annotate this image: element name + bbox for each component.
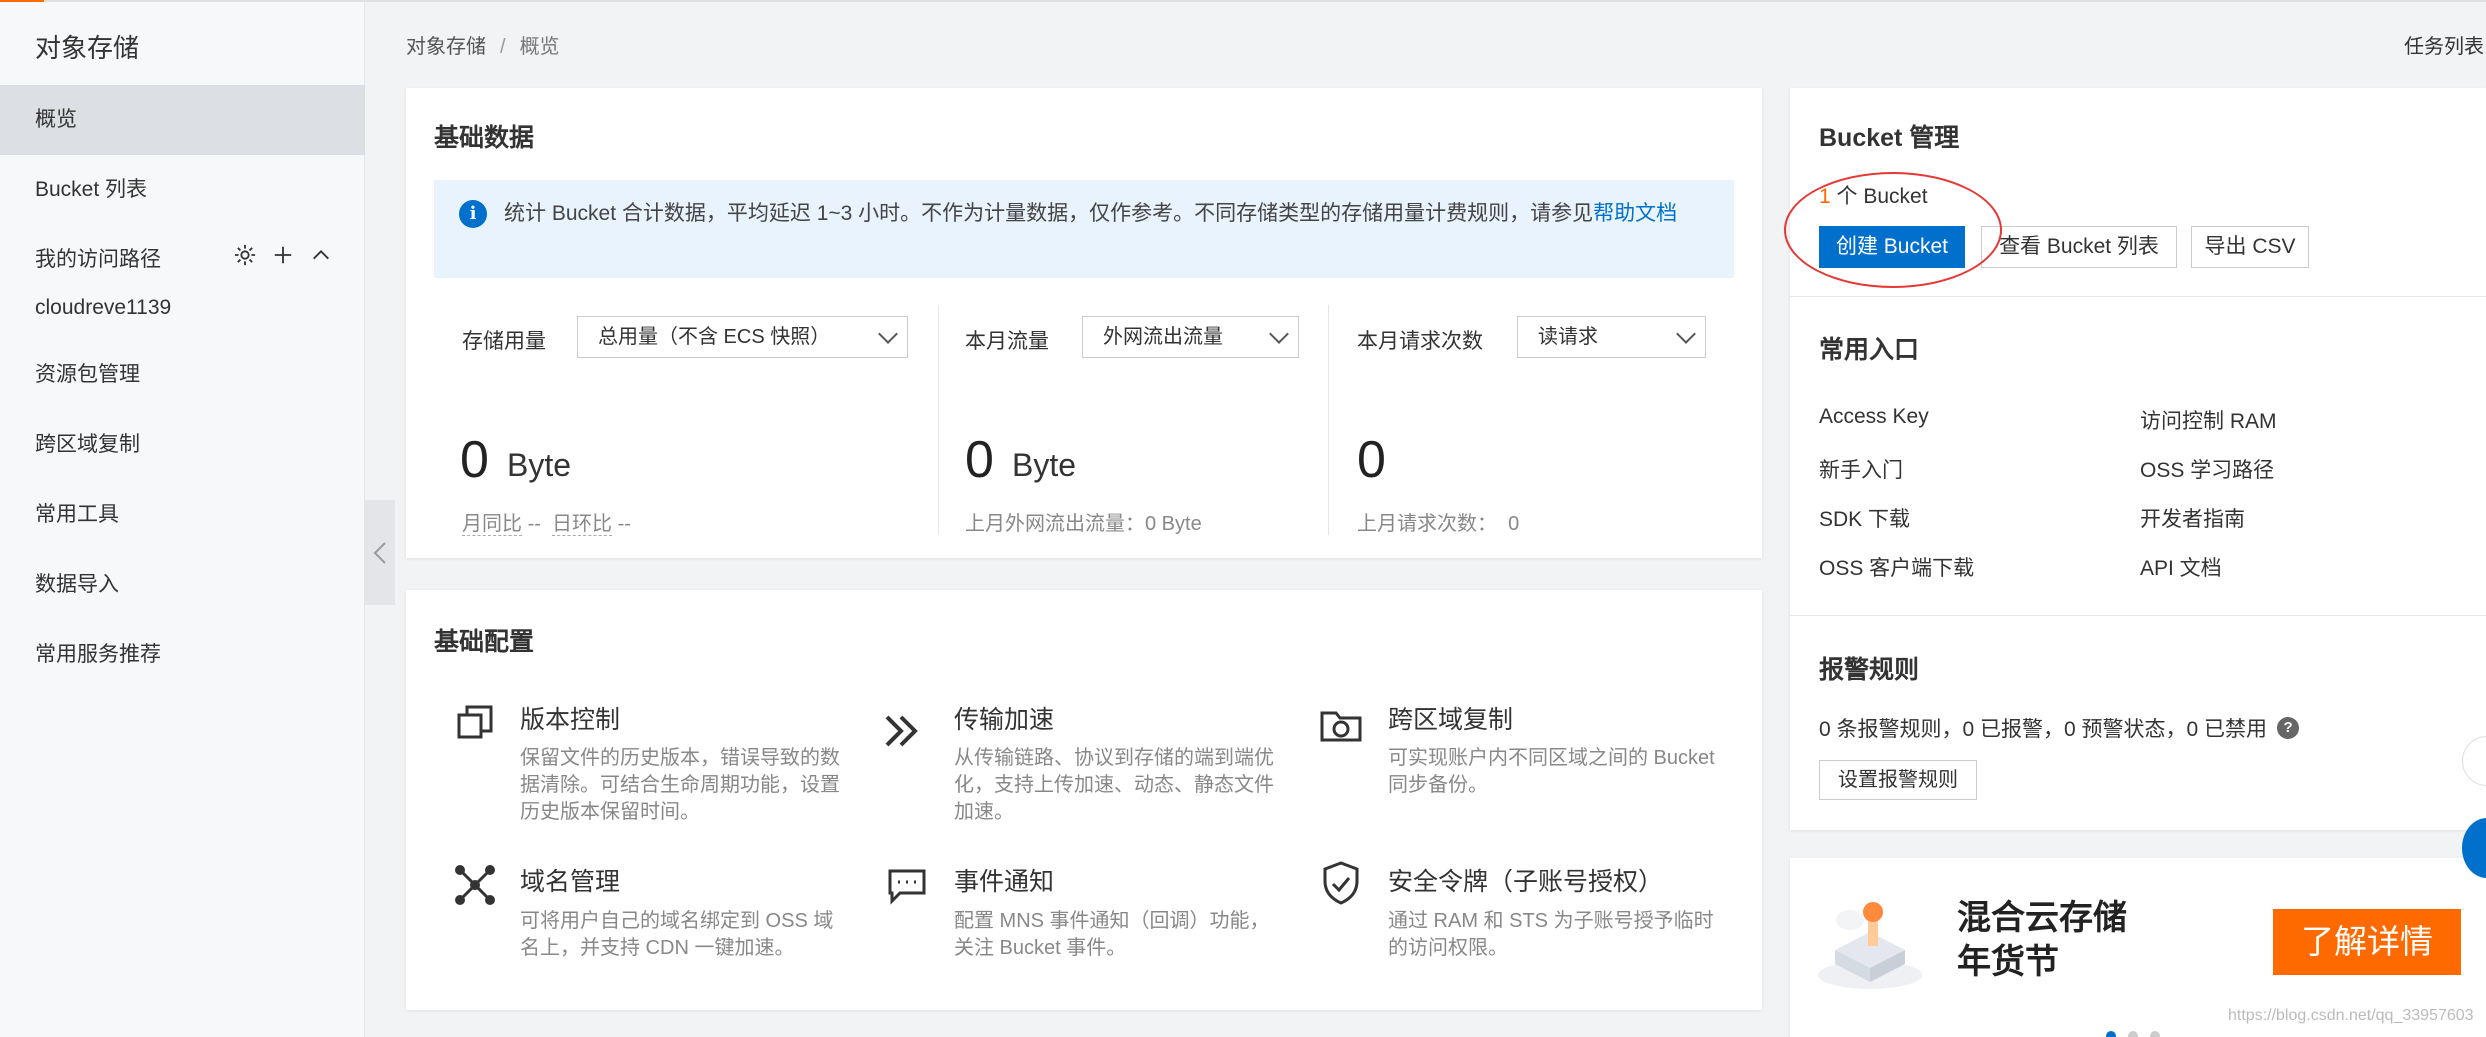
dod-label: 日环比 <box>552 513 613 536</box>
chevron-down-icon <box>1269 324 1289 344</box>
requests-last-month: 上月请求次数： 0 <box>1357 513 1520 535</box>
learn-more-button[interactable]: 了解详情 <box>2273 909 2461 975</box>
config-title-domain[interactable]: 域名管理 <box>520 862 620 898</box>
gear-icon[interactable] <box>231 244 259 273</box>
config-desc-domain: 可将用户自己的域名绑定到 OSS 域名上，并支持 CDN 一键加速。 <box>520 910 834 959</box>
chevron-down-icon <box>878 324 898 344</box>
config-desc-version: 保留文件的历史版本，错误导致的数据清除。可结合生命周期功能，设置历史版本保留时间… <box>520 747 840 823</box>
access-path-label: 我的访问路径 <box>35 248 161 271</box>
sidebar-item-tools[interactable]: 常用工具 <box>0 480 365 550</box>
sidebar-item-resource-pack[interactable]: 资源包管理 <box>0 340 365 410</box>
chevron-down-icon <box>1676 324 1696 344</box>
network-icon <box>452 862 498 908</box>
sidebar-item-cloudreve[interactable]: cloudreve1139 <box>35 296 171 320</box>
link-access-key[interactable]: Access Key <box>1819 405 1929 429</box>
link-learning-path[interactable]: OSS 学习路径 <box>2140 454 2274 484</box>
alarm-title: 报警规则 <box>1819 656 1920 684</box>
annotation-ellipse <box>1784 172 2002 288</box>
storage-label: 存储用量 <box>462 330 546 353</box>
top-border <box>0 0 2486 2</box>
divider <box>1790 296 2486 297</box>
common-entry-title: 常用入口 <box>1819 336 1920 364</box>
divider <box>1328 305 1329 535</box>
requests-select[interactable]: 读请求 <box>1517 316 1706 358</box>
storage-compare: 月同比 -- 日环比 -- <box>462 507 631 536</box>
export-csv-button[interactable]: 导出 CSV <box>2191 226 2309 268</box>
set-alarm-button[interactable]: 设置报警规则 <box>1819 760 1977 800</box>
help-icon[interactable]: ? <box>2277 717 2300 739</box>
divider <box>938 305 939 535</box>
breadcrumb: 对象存储 / 概览 <box>406 30 560 59</box>
shield-icon <box>1318 860 1364 906</box>
help-doc-link[interactable]: 帮助文档 <box>1593 202 1677 225</box>
notice-text: 统计 Bucket 合计数据，平均延迟 1~3 小时。不作为计量数据，仅作参考。… <box>504 202 1678 225</box>
breadcrumb-current: 概览 <box>519 36 560 58</box>
message-icon <box>884 862 930 908</box>
dod-value: -- <box>617 513 631 535</box>
storage-value: 0 <box>460 431 489 489</box>
promo-title: 混合云存储 年货节 <box>1957 899 2127 981</box>
plus-icon[interactable] <box>269 244 297 273</box>
basic-config-title: 基础配置 <box>434 628 535 656</box>
config-desc-event: 配置 MNS 事件通知（回调）功能，关注 Bucket 事件。 <box>954 910 1270 959</box>
storage-unit: Byte <box>507 447 572 483</box>
config-desc-crr: 可实现账户内不同区域之间的 Bucket 同步备份。 <box>1388 747 1715 796</box>
divider <box>1790 615 2486 616</box>
link-sdk-download[interactable]: SDK 下载 <box>1819 503 1910 533</box>
cloud-sync-icon <box>1318 700 1364 746</box>
bucket-mgmt-title: Bucket 管理 <box>1819 124 1960 152</box>
sidebar-item-services[interactable]: 常用服务推荐 <box>0 620 365 690</box>
breadcrumb-separator: / <box>500 36 506 58</box>
carousel-dot[interactable] <box>2128 1031 2138 1037</box>
sidebar-item-bucket-list[interactable]: Bucket 列表 <box>0 155 365 225</box>
carousel-dot[interactable] <box>2106 1031 2116 1037</box>
sidebar-item-data-import[interactable]: 数据导入 <box>0 550 365 620</box>
link-dev-guide[interactable]: 开发者指南 <box>2140 503 2245 533</box>
basic-data-title: 基础数据 <box>434 124 535 152</box>
breadcrumb-root[interactable]: 对象存储 <box>406 36 486 58</box>
config-title-event[interactable]: 事件通知 <box>954 862 1054 898</box>
info-notice: i 统计 Bucket 合计数据，平均延迟 1~3 小时。不作为计量数据，仅作参… <box>434 180 1734 278</box>
double-chevron-icon <box>878 708 924 754</box>
storage-select[interactable]: 总用量（不含 ECS 快照） <box>577 316 908 358</box>
info-icon: i <box>459 200 487 228</box>
config-title-crr[interactable]: 跨区域复制 <box>1388 700 1513 736</box>
mom-label: 月同比 <box>462 513 522 536</box>
sidebar-title: 对象存储 <box>35 33 140 63</box>
carousel-dots[interactable] <box>2106 1031 2160 1037</box>
sidebar-item-overview[interactable]: 概览 <box>0 85 365 155</box>
traffic-value: 0 <box>965 431 994 489</box>
link-client-download[interactable]: OSS 客户端下载 <box>1819 552 1974 582</box>
traffic-unit: Byte <box>1012 447 1077 483</box>
traffic-last-month: 上月外网流出流量：0 Byte <box>965 513 1202 535</box>
mom-value: -- <box>527 513 541 535</box>
task-list-link[interactable]: 任务列表 <box>2404 30 2484 59</box>
watermark: https://blog.csdn.net/qq_33957603 <box>2228 1007 2474 1024</box>
link-api-doc[interactable]: API 文档 <box>2140 552 2222 582</box>
requests-label: 本月请求次数 <box>1357 330 1483 353</box>
view-bucket-list-button[interactable]: 查看 Bucket 列表 <box>1981 226 2177 268</box>
sidebar-item-cross-region[interactable]: 跨区域复制 <box>0 410 365 480</box>
sidebar: 对象存储 概览 Bucket 列表 我的访问路径 cloudreve1139 资… <box>0 2 365 1037</box>
requests-value: 0 <box>1357 431 1386 489</box>
link-ram[interactable]: 访问控制 RAM <box>2140 405 2277 435</box>
traffic-label: 本月流量 <box>965 330 1049 353</box>
config-title-accel[interactable]: 传输加速 <box>954 700 1054 736</box>
config-desc-sts: 通过 RAM 和 STS 为子账号授予临时的访问权限。 <box>1388 910 1714 959</box>
copy-icon <box>452 700 498 746</box>
chevron-up-icon[interactable] <box>307 244 335 273</box>
traffic-select[interactable]: 外网流出流量 <box>1082 316 1299 358</box>
carousel-dot[interactable] <box>2150 1031 2160 1037</box>
config-title-version[interactable]: 版本控制 <box>520 700 620 736</box>
link-getting-started[interactable]: 新手入门 <box>1819 454 1903 484</box>
config-desc-accel: 从传输链路、协议到存储的端到端优化，支持上传加速、动态、静态文件加速。 <box>954 747 1274 823</box>
config-title-sts[interactable]: 安全令牌（子账号授权） <box>1388 862 1663 898</box>
promo-illustration <box>1810 880 1930 1000</box>
chevron-left-icon <box>373 541 386 564</box>
sidebar-access-path: 我的访问路径 <box>35 238 335 278</box>
sidebar-collapse-toggle[interactable] <box>364 500 395 605</box>
alarm-summary: 0 条报警规则，0 已报警，0 预警状态，0 已禁用? <box>1819 713 2300 743</box>
